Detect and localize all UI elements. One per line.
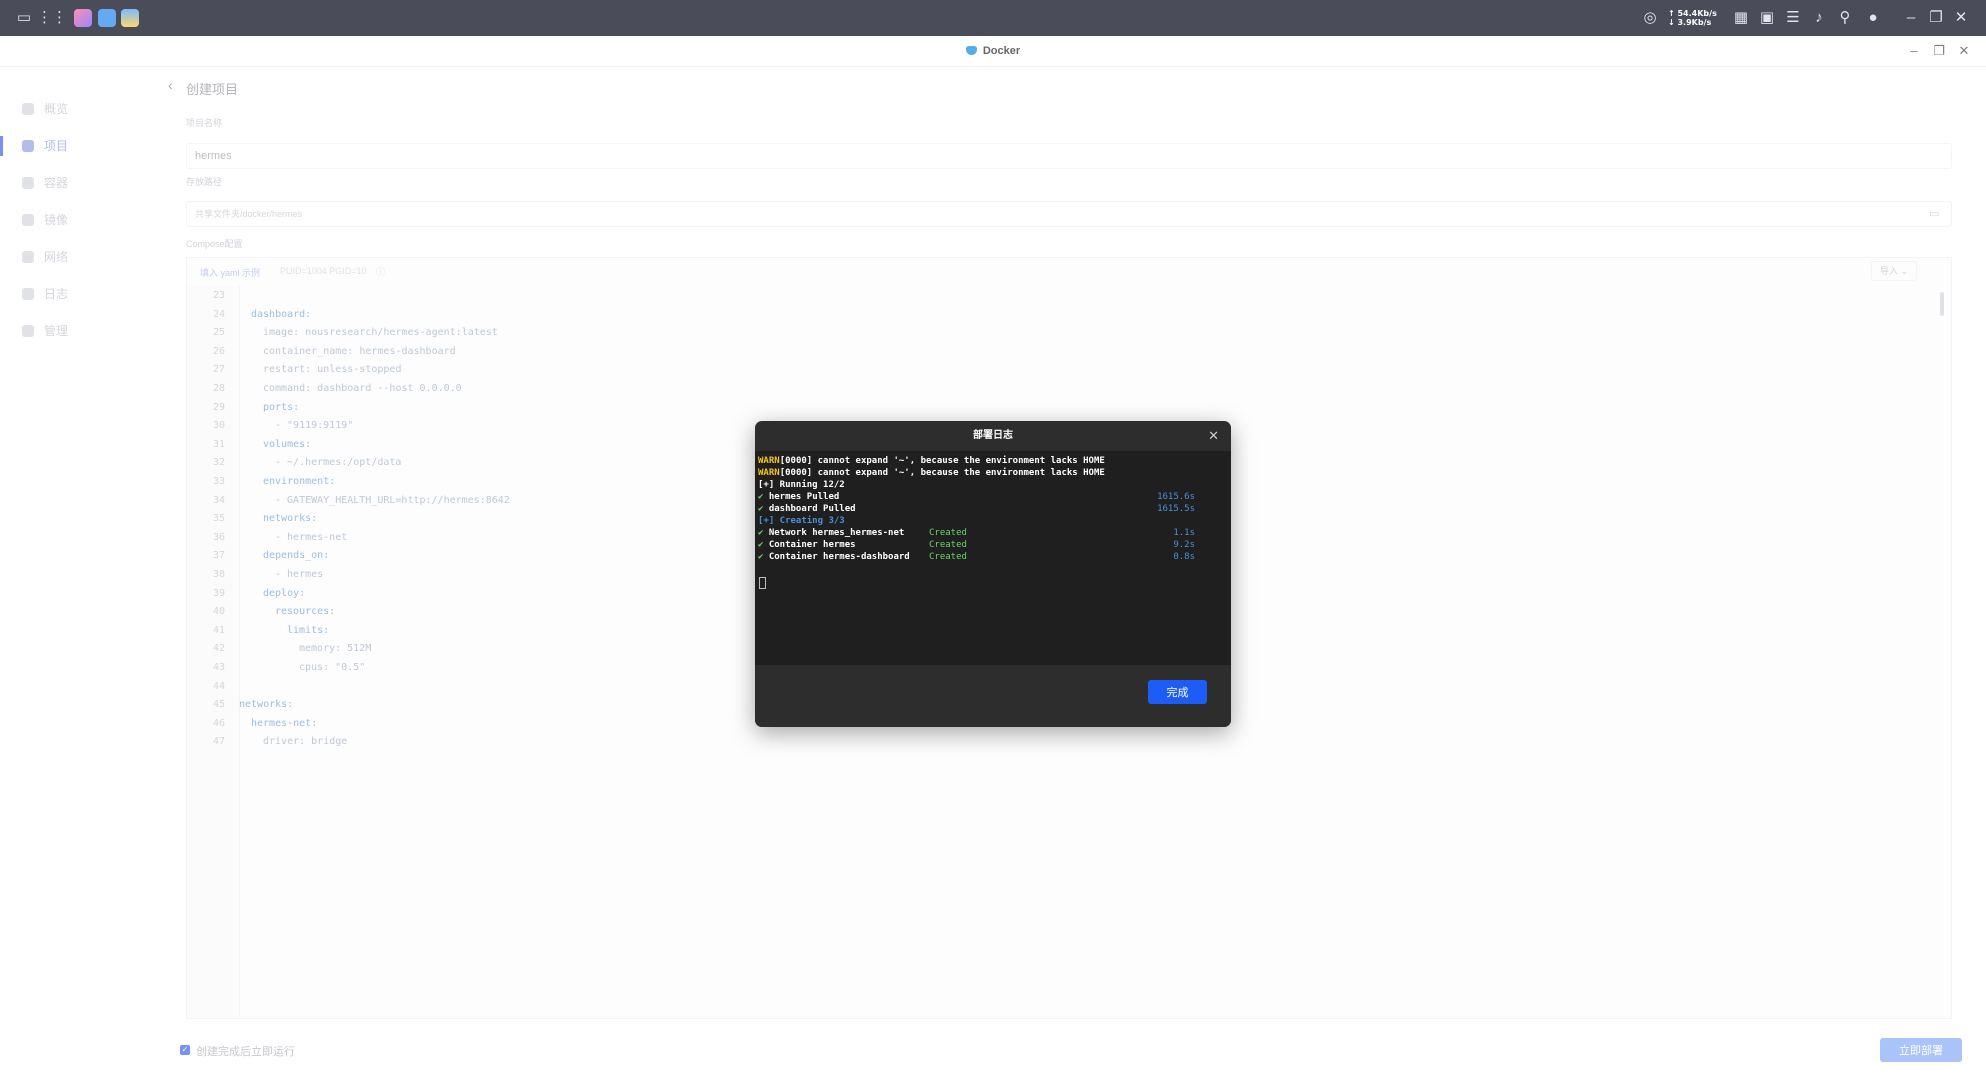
check-icon: ✔ xyxy=(758,528,764,538)
log-line: ✔ Container hermes-dashboard Created xyxy=(758,551,967,563)
log-text: dashboard Pulled xyxy=(768,504,856,514)
log-duration: 1.1s xyxy=(1173,528,1195,538)
dialog-close-icon[interactable]: ✕ xyxy=(1208,426,1219,446)
log-duration: 1615.6s xyxy=(1157,492,1195,502)
log-status: Created xyxy=(929,528,967,538)
log-line: ✔ hermes Pulled xyxy=(758,491,839,503)
dialog-footer: 完成 xyxy=(755,665,1231,727)
check-icon: ✔ xyxy=(758,504,764,514)
done-button[interactable]: 完成 xyxy=(1148,680,1207,704)
log-line: WARN[0000] cannot expand '~', because th… xyxy=(758,467,1105,479)
log-line: ✔ Container hermes Created xyxy=(758,539,967,551)
check-icon: ✔ xyxy=(758,540,764,550)
modal-overlay: 部署日志 ✕ WARN[0000] cannot expand '~', bec… xyxy=(0,0,1986,1080)
log-line: ✔ dashboard Pulled xyxy=(758,503,856,515)
log-duration: 0.8s xyxy=(1173,552,1195,562)
log-text: Container hermes xyxy=(768,540,856,550)
check-icon: ✔ xyxy=(758,552,764,562)
log-line: ✔ Network hermes_hermes-net Created xyxy=(758,527,967,539)
log-line: WARN[0000] cannot expand '~', because th… xyxy=(758,455,1105,467)
log-status: Created xyxy=(929,540,967,550)
log-text: Container hermes-dashboard xyxy=(768,552,910,562)
log-text: [0000] cannot expand '~', because the en… xyxy=(779,468,1105,478)
log-text: hermes Pulled xyxy=(768,492,840,502)
deploy-log-dialog: 部署日志 ✕ WARN[0000] cannot expand '~', bec… xyxy=(755,421,1231,727)
check-icon: ✔ xyxy=(758,492,764,502)
log-text: [+] Running 12/2 xyxy=(758,480,845,490)
log-text: [+] Creating 3/3 xyxy=(758,516,845,526)
log-duration: 1615.5s xyxy=(1157,504,1195,514)
log-text: Network hermes_hermes-net xyxy=(768,528,905,538)
log-status: Created xyxy=(929,552,967,562)
log-line: [+] Running 12/2 xyxy=(758,479,845,491)
log-line: [+] Creating 3/3 xyxy=(758,515,845,527)
warn-prefix: WARN xyxy=(758,456,780,466)
log-text: [0000] cannot expand '~', because the en… xyxy=(779,456,1105,466)
dialog-title: 部署日志 xyxy=(973,430,1013,441)
terminal-cursor xyxy=(759,577,766,589)
deploy-log-terminal: WARN[0000] cannot expand '~', because th… xyxy=(755,451,1231,665)
warn-prefix: WARN xyxy=(758,468,780,478)
log-duration: 9.2s xyxy=(1173,540,1195,550)
